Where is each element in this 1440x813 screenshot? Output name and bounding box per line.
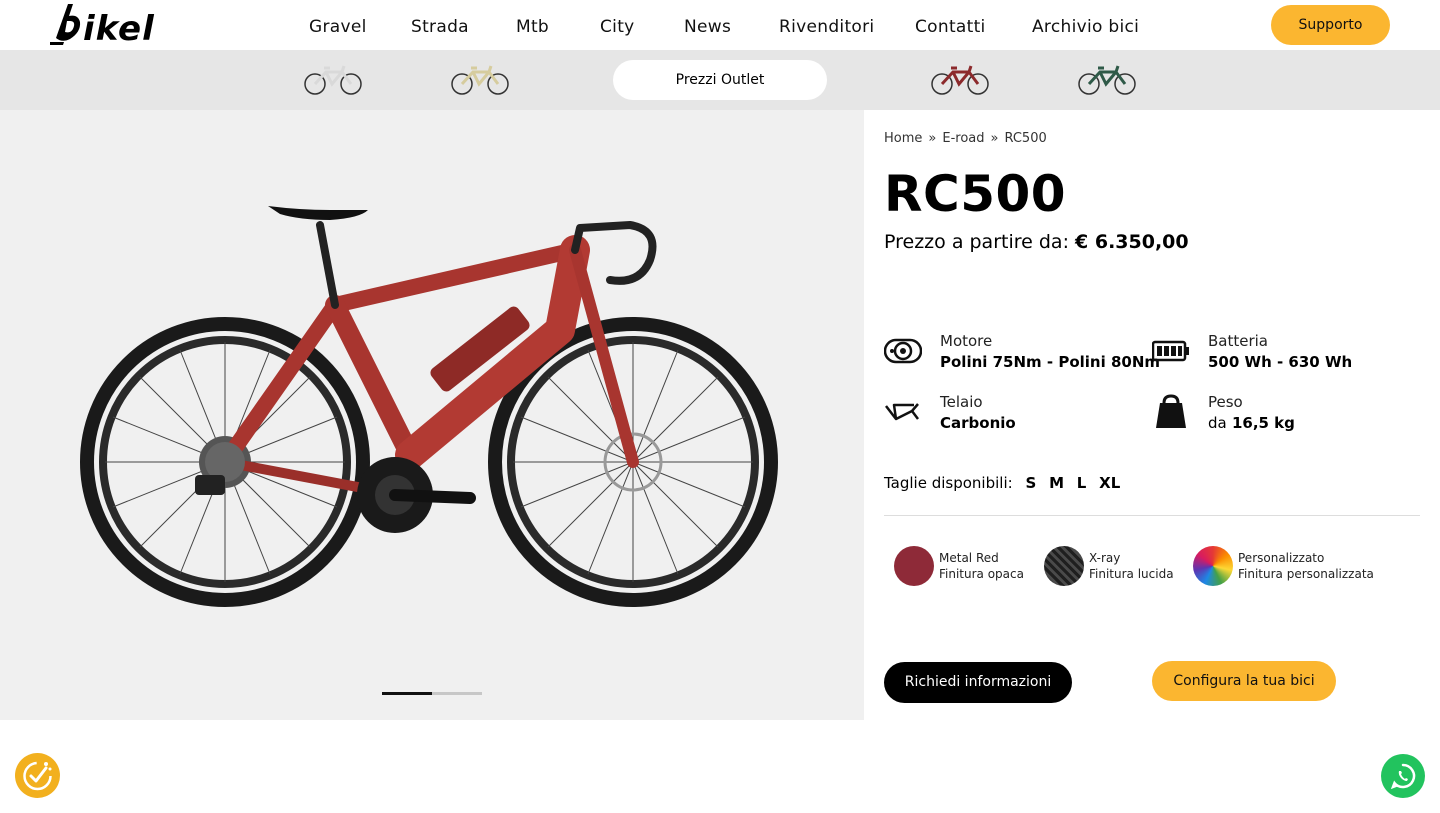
colour-name: Metal Red <box>939 551 999 565</box>
product-title: RC500 <box>884 165 1067 223</box>
spec-weight: Peso da 16,5 kg <box>1152 393 1412 439</box>
nav-item-city[interactable]: City <box>600 17 635 37</box>
colour-option-x-ray[interactable]: X-ray Finitura lucida <box>1044 546 1184 586</box>
top-navigation-bar: ikel Gravel Strada Mtb City News Rivendi… <box>0 0 1440 50</box>
breadcrumb-home[interactable]: Home <box>884 131 922 146</box>
configure-bike-button[interactable]: Configura la tua bici <box>1152 661 1336 701</box>
spec-value: Carbonio <box>940 414 1016 432</box>
size-option-l[interactable]: L <box>1077 474 1087 492</box>
nav-item-strada[interactable]: Strada <box>411 17 469 37</box>
motor-icon <box>884 338 922 364</box>
breadcrumb-separator: » <box>928 131 937 146</box>
gallery-progress-indicator <box>382 692 432 695</box>
colour-finish: Finitura lucida <box>1089 567 1174 581</box>
size-option-s[interactable]: S <box>1025 474 1036 492</box>
spec-battery: Batteria 500 Wh - 630 Wh <box>1152 332 1412 378</box>
size-option-m[interactable]: M <box>1049 474 1064 492</box>
spec-value-amount: 16,5 kg <box>1231 414 1295 432</box>
whatsapp-chat-button[interactable] <box>1381 754 1425 798</box>
colour-swatch <box>1193 546 1233 586</box>
size-option-xl[interactable]: XL <box>1099 474 1120 492</box>
spec-motor: Motore Polini 75Nm - Polini 80Nm <box>884 332 1160 378</box>
bike-thumbnail-beige[interactable] <box>449 58 511 98</box>
cookie-consent-icon <box>23 761 52 791</box>
cookie-consent-button[interactable] <box>15 753 60 798</box>
bike-thumbnail-white[interactable] <box>302 58 364 98</box>
spec-label: Motore <box>940 332 993 350</box>
spec-value-prefix: da <box>1208 414 1227 432</box>
colour-finish: Finitura opaca <box>939 567 1024 581</box>
colour-option-custom[interactable]: Personalizzato Finitura personalizzata <box>1193 546 1393 586</box>
battery-icon <box>1152 340 1189 362</box>
bike-thumbnail-red[interactable] <box>929 58 991 98</box>
nav-item-rivenditori[interactable]: Rivenditori <box>779 17 874 37</box>
nav-item-mtb[interactable]: Mtb <box>516 17 549 37</box>
main-menu: Gravel Strada Mtb City News Rivenditori … <box>0 0 1440 50</box>
spec-value: Polini 75Nm - Polini 80Nm <box>940 353 1161 371</box>
nav-item-gravel[interactable]: Gravel <box>309 17 367 37</box>
spec-value: 500 Wh - 630 Wh <box>1208 353 1353 371</box>
gallery-progress-bar[interactable] <box>382 692 482 695</box>
breadcrumb-current: RC500 <box>1004 131 1047 146</box>
spec-frame: Telaio Carbonio <box>884 393 1144 439</box>
sizes-label: Taglie disponibili: <box>884 474 1013 492</box>
nav-item-archivio-bici[interactable]: Archivio bici <box>1032 17 1139 37</box>
spec-label: Peso <box>1208 393 1243 411</box>
nav-item-contatti[interactable]: Contatti <box>915 17 986 37</box>
price-value: € 6.350,00 <box>1075 231 1189 253</box>
bike-image <box>80 206 778 607</box>
request-info-button[interactable]: Richiedi informazioni <box>884 662 1072 703</box>
spec-label: Telaio <box>940 393 983 411</box>
whatsapp-icon <box>1390 763 1416 790</box>
price-label: Prezzo a partire da: <box>884 231 1069 253</box>
outlet-prices-button[interactable]: Prezzi Outlet <box>613 60 827 100</box>
breadcrumb-category[interactable]: E-road <box>942 131 984 146</box>
bike-thumbnail-green[interactable] <box>1076 58 1138 98</box>
divider <box>884 515 1420 516</box>
colour-finish: Finitura personalizzata <box>1238 567 1374 581</box>
colour-name: Personalizzato <box>1238 551 1325 565</box>
breadcrumb: Home » E-road » RC500 <box>884 131 1047 146</box>
colour-swatch <box>1044 546 1084 586</box>
frame-icon <box>885 403 919 421</box>
nav-item-news[interactable]: News <box>684 17 731 37</box>
model-subnav: Prezzi Outlet <box>0 50 1440 110</box>
spec-label: Batteria <box>1208 332 1268 350</box>
colour-name: X-ray <box>1089 551 1121 565</box>
weight-icon <box>1156 394 1186 428</box>
product-details: Home » E-road » RC500 RC500 Prezzo a partire… <box>864 110 1440 720</box>
support-button[interactable]: Supporto <box>1271 5 1390 45</box>
product-price: Prezzo a partire da: € 6.350,00 <box>884 231 1189 253</box>
product-gallery[interactable] <box>0 110 864 720</box>
breadcrumb-separator: » <box>990 131 999 146</box>
colour-option-metal-red[interactable]: Metal Red Finitura opaca <box>894 546 1034 586</box>
colour-swatch <box>894 546 934 586</box>
available-sizes: Taglie disponibili: S M L XL <box>884 474 1120 492</box>
spec-value: da 16,5 kg <box>1208 414 1295 432</box>
